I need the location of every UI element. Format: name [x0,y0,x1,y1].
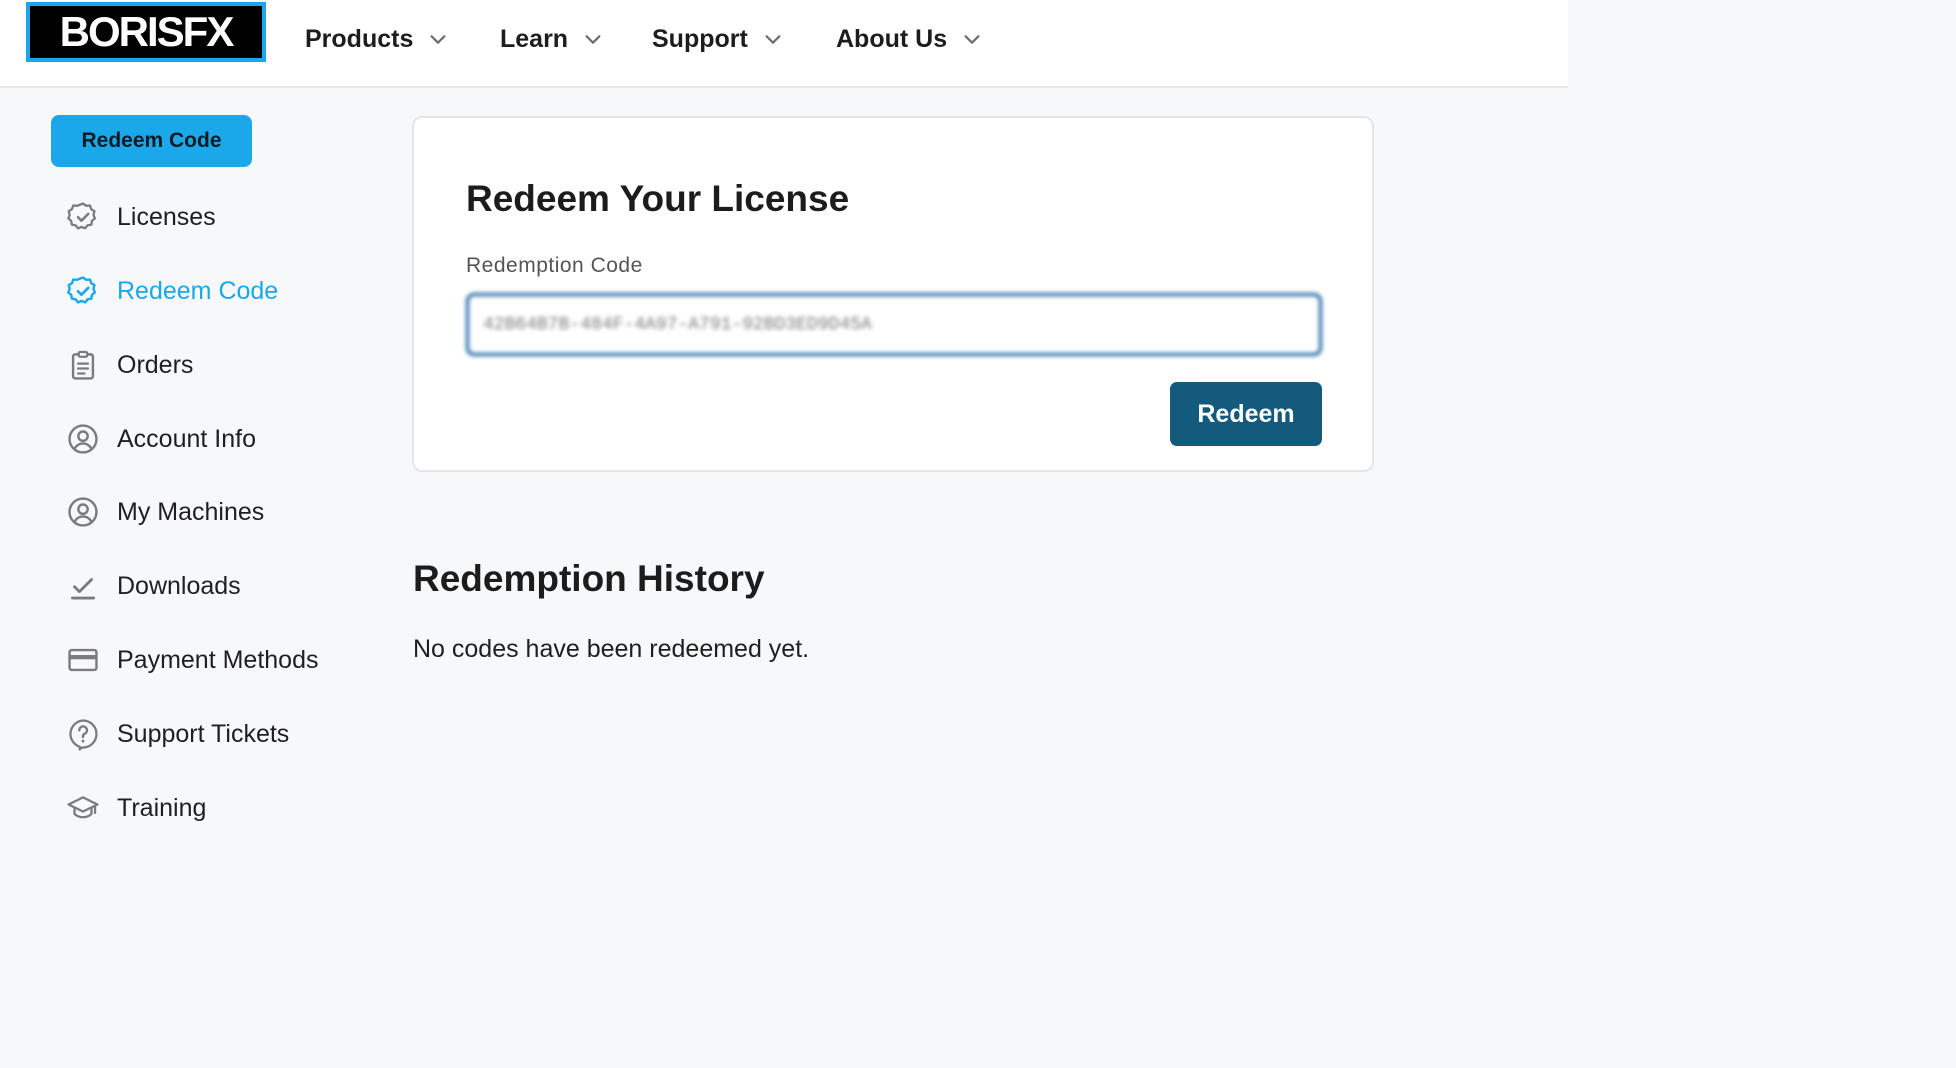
redeem-code-cta-button[interactable]: Redeem Code [51,115,252,167]
redemption-code-label: Redemption Code [466,254,643,277]
sidebar-item-licenses[interactable]: Licenses [66,198,216,236]
badge-check-icon [67,202,97,230]
sidebar-item-label: Licenses [117,202,216,231]
nav-learn-label: Learn [500,24,569,53]
redeem-license-card: Redeem Your License Redemption Code Rede… [412,116,1374,472]
badge-check-icon [67,276,97,304]
logo-text: BORISFX [30,6,262,58]
nav-about-us[interactable]: About Us [836,24,983,54]
sidebar-item-redeem-code[interactable]: Redeem Code [66,272,278,310]
sidebar-item-label: Downloads [117,571,241,600]
nav-products-label: Products [305,24,414,53]
nav-products[interactable]: Products [305,24,449,54]
account-sidebar: Redeem Code Licenses Redeem Code Orders … [0,90,400,856]
credit-card-icon [68,648,98,672]
sidebar-item-label: Payment Methods [117,645,319,674]
redemption-history-title: Redemption History [413,558,765,599]
redemption-history-empty-message: No codes have been redeemed yet. [413,635,810,663]
sidebar-item-downloads[interactable]: Downloads [66,567,241,605]
user-circle-icon [68,424,98,454]
redeem-title: Redeem Your License [466,178,850,219]
nav-support-label: Support [652,24,748,53]
sidebar-item-my-machines[interactable]: My Machines [66,493,264,531]
graduation-cap-icon [67,796,99,819]
sidebar-item-label: Support Tickets [117,719,290,748]
nav-learn[interactable]: Learn [500,24,604,54]
nav-about-us-label: About Us [836,24,948,53]
chevron-down-icon [964,35,980,44]
sidebar-item-orders[interactable]: Orders [66,346,193,384]
sidebar-item-label: My Machines [117,497,265,526]
clipboard-icon [71,350,95,380]
chevron-down-icon [765,35,781,44]
user-circle-icon [68,497,98,527]
sidebar-item-label: Account Info [117,424,256,453]
borisfx-logo[interactable]: BORISFX [26,2,266,62]
nav-support[interactable]: Support [652,24,784,54]
sidebar-item-training[interactable]: Training [66,789,206,827]
redemption-code-input[interactable] [466,293,1322,356]
question-bubble-icon [69,719,98,751]
sidebar-item-support-tickets[interactable]: Support Tickets [66,715,289,753]
top-navigation-bar: BORISFX Products Learn Support About Us [0,0,1568,88]
download-check-icon [70,578,96,600]
sidebar-item-payment-methods[interactable]: Payment Methods [66,641,319,679]
chevron-down-icon [430,35,446,44]
sidebar-item-label: Training [117,793,207,822]
redeem-button[interactable]: Redeem [1170,382,1322,446]
sidebar-item-label: Redeem Code [117,276,279,305]
chevron-down-icon [585,35,601,44]
sidebar-item-account-info[interactable]: Account Info [66,420,256,458]
sidebar-item-label: Orders [117,350,194,379]
